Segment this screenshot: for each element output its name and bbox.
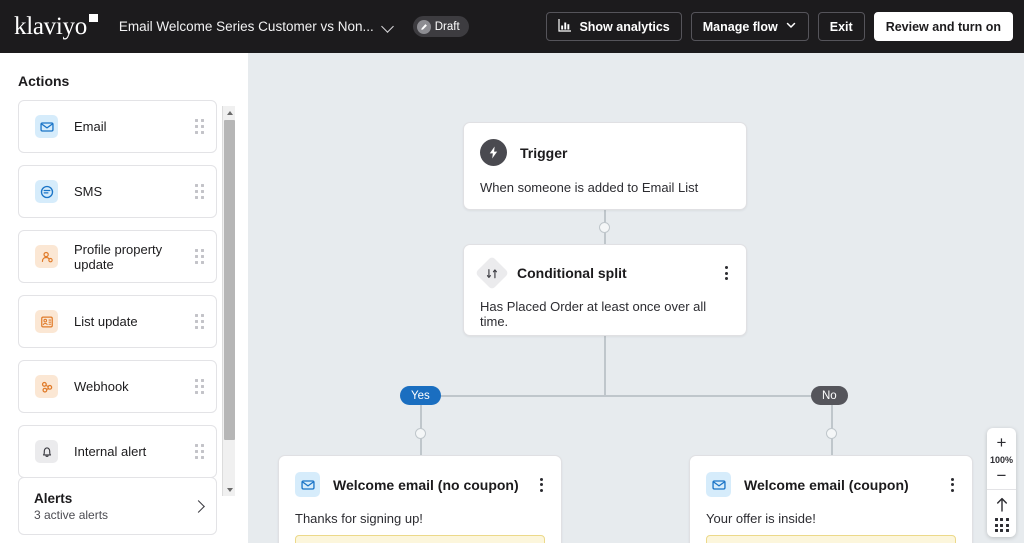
branch-label-no: No	[811, 386, 848, 405]
alerts-card[interactable]: Alerts 3 active alerts	[18, 477, 217, 535]
drag-handle-icon[interactable]	[195, 314, 204, 329]
show-analytics-button[interactable]: Show analytics	[546, 12, 682, 41]
scroll-up-arrow-icon[interactable]	[223, 106, 235, 119]
sidebar-item-internal-alert[interactable]: Internal alert	[18, 425, 217, 478]
kebab-menu-icon[interactable]	[538, 476, 545, 494]
action-list: Email SMS Profile property update List u…	[0, 100, 235, 478]
scrollbar-thumb[interactable]	[224, 120, 235, 440]
node-split-description: Has Placed Order at least once over all …	[480, 299, 707, 329]
node-welcome-email-no-coupon[interactable]: Welcome email (no coupon) Thanks for sig…	[278, 455, 562, 543]
sidebar-item-label: SMS	[74, 184, 103, 199]
manage-flow-label: Manage flow	[702, 19, 778, 34]
alerts-title: Alerts	[34, 490, 73, 506]
flow-title-dropdown[interactable]: Email Welcome Series Customer vs Non...	[119, 19, 394, 34]
zoom-in-button[interactable]: +	[987, 433, 1016, 452]
logo-wordmark: klaviyo	[14, 12, 87, 40]
exit-label: Exit	[829, 19, 853, 34]
review-and-turn-on-label: Review and turn on	[885, 19, 1001, 34]
top-header-bar: klaviyo Email Welcome Series Customer vs…	[0, 0, 1024, 53]
chevron-down-icon	[785, 19, 797, 34]
drag-handle-icon[interactable]	[195, 119, 204, 134]
scroll-down-arrow-icon[interactable]	[223, 483, 235, 496]
branch-label-no-text: No	[822, 389, 837, 402]
envelope-icon	[706, 472, 731, 497]
sidebar-item-sms[interactable]: SMS	[18, 165, 217, 218]
header-actions: Show analytics Manage flow Exit Review a…	[546, 12, 1013, 41]
node-email-right-description: Your offer is inside!	[706, 511, 816, 526]
actions-sidebar: Actions Email SMS Profile property updat…	[0, 53, 235, 543]
chevron-down-icon	[383, 21, 394, 32]
node-email-right-title: Welcome email (coupon)	[744, 476, 909, 493]
branch-label-yes: Yes	[400, 386, 441, 405]
sidebar-scrollbar[interactable]	[222, 106, 235, 496]
zoom-control: + 100% −	[987, 428, 1016, 537]
node-email-right-header: Welcome email (coupon)	[690, 456, 972, 497]
connector-dot	[826, 428, 837, 439]
node-trigger-title: Trigger	[520, 144, 568, 161]
logo-flag-icon	[88, 13, 98, 22]
bar-chart-icon	[558, 18, 572, 35]
drag-handle-icon[interactable]	[195, 249, 204, 264]
drag-handle-icon[interactable]	[195, 184, 204, 199]
sidebar-item-label: List update	[74, 314, 138, 329]
person-update-icon	[35, 245, 58, 268]
node-email-left-title: Welcome email (no coupon)	[333, 476, 519, 493]
node-email-left-warning-banner	[295, 535, 545, 543]
connector-dot	[415, 428, 426, 439]
exit-button[interactable]: Exit	[817, 12, 865, 41]
drag-handle-icon[interactable]	[195, 379, 204, 394]
chevron-right-icon	[192, 499, 205, 513]
branch-label-yes-text: Yes	[411, 389, 430, 402]
kebab-menu-icon[interactable]	[949, 476, 956, 494]
sidebar-item-label: Email	[74, 119, 107, 134]
zoom-divider	[987, 489, 1016, 490]
sms-bubble-icon	[35, 180, 58, 203]
node-trigger-description: When someone is added to Email List	[480, 180, 699, 195]
sidebar-item-email[interactable]: Email	[18, 100, 217, 153]
sidebar-item-profile-property-update[interactable]: Profile property update	[18, 230, 217, 283]
sidebar-item-label: Profile property update	[74, 241, 163, 272]
sidebar-item-label: Internal alert	[74, 444, 147, 459]
sidebar-item-label: Webhook	[74, 379, 129, 394]
show-analytics-label: Show analytics	[579, 19, 670, 34]
connector-dot	[599, 222, 610, 233]
status-badge-label: Draft	[434, 20, 460, 33]
alerts-subtitle: 3 active alerts	[34, 507, 109, 522]
sidebar-heading: Actions	[18, 73, 70, 89]
flow-canvas[interactable]: Yes No Trigger When someone is added to …	[248, 53, 1024, 543]
manage-flow-button[interactable]: Manage flow	[690, 12, 809, 41]
node-email-right-warning-banner	[706, 535, 956, 543]
status-badge: Draft	[412, 16, 469, 37]
node-email-left-description: Thanks for signing up!	[295, 511, 423, 526]
arrow-up-icon[interactable]	[987, 494, 1016, 515]
klaviyo-logo[interactable]: klaviyo	[14, 12, 98, 41]
review-and-turn-on-button[interactable]: Review and turn on	[873, 12, 1013, 41]
zoom-level-label: 100%	[989, 454, 1014, 465]
list-card-icon	[35, 310, 58, 333]
connector-branch-bar	[420, 395, 832, 397]
zoom-out-button[interactable]: −	[987, 466, 1016, 485]
flow-title-text: Email Welcome Series Customer vs Non...	[118, 19, 374, 34]
sidebar-item-list-update[interactable]: List update	[18, 295, 217, 348]
envelope-icon	[35, 115, 58, 138]
sidebar-item-webhook[interactable]: Webhook	[18, 360, 217, 413]
pencil-circle-icon	[416, 19, 431, 34]
lightning-bolt-icon	[480, 139, 507, 166]
node-conditional-split[interactable]: Conditional split Has Placed Order at le…	[463, 244, 747, 336]
node-email-left-header: Welcome email (no coupon)	[279, 456, 561, 497]
node-welcome-email-coupon[interactable]: Welcome email (coupon) Your offer is ins…	[689, 455, 973, 543]
node-trigger[interactable]: Trigger When someone is added to Email L…	[463, 122, 747, 210]
node-split-header: Conditional split	[464, 245, 746, 290]
grid-dots-icon[interactable]	[994, 518, 1009, 532]
node-split-title: Conditional split	[517, 265, 627, 281]
kebab-menu-icon[interactable]	[723, 264, 730, 282]
webhook-icon	[35, 375, 58, 398]
drag-handle-icon[interactable]	[195, 444, 204, 459]
bell-icon	[35, 440, 58, 463]
node-trigger-header: Trigger	[464, 123, 746, 166]
envelope-icon	[295, 472, 320, 497]
